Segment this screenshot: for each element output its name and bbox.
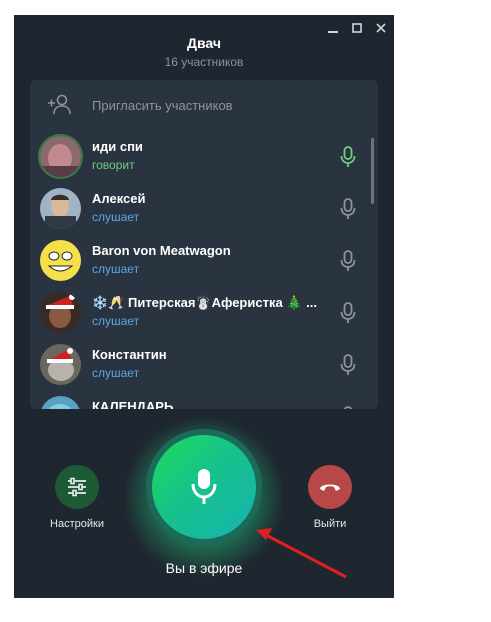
microphone-icon[interactable]: [340, 146, 356, 168]
window-controls: [326, 21, 388, 35]
microphone-icon[interactable]: [340, 198, 356, 220]
scrollbar-thumb[interactable]: [371, 138, 374, 204]
settings-label: Настройки: [50, 518, 104, 530]
avatar: [40, 396, 81, 409]
participant-name: иди спи: [92, 139, 143, 154]
microphone-icon: [191, 469, 217, 504]
participant-name: Константин: [92, 347, 167, 362]
participant-status: говорит: [92, 158, 135, 172]
avatar: [40, 136, 81, 177]
maximize-icon[interactable]: [350, 21, 364, 35]
participant-list: иди спи говорит Алексей слушает Baron vo…: [30, 132, 370, 409]
leave-label: Выйти: [313, 518, 347, 530]
leave-button[interactable]: [308, 465, 352, 509]
participant-status: слушает: [92, 366, 140, 380]
participant-row[interactable]: Алексей слушает: [30, 184, 370, 236]
participants-panel: Пригласить участников иди спи говорит Ал…: [30, 80, 378, 409]
participant-status: слушает: [92, 210, 140, 224]
avatar: [40, 240, 81, 281]
sliders-icon: [68, 477, 86, 497]
microphone-icon[interactable]: [340, 250, 356, 272]
invite-label: Пригласить участников: [92, 98, 233, 113]
participant-row[interactable]: Константин слушает: [30, 340, 370, 392]
live-status-text: Вы в эфире: [165, 560, 243, 576]
add-user-icon: [48, 94, 71, 115]
participant-status: слушает: [92, 262, 140, 276]
avatar: [40, 188, 81, 229]
close-icon[interactable]: [374, 21, 388, 35]
participant-row[interactable]: ❄️🥂 Питерская☃️Аферистка 🎄 ... слушает: [30, 288, 370, 340]
participant-name: Baron von Meatwagon: [92, 243, 231, 258]
microphone-icon[interactable]: [340, 406, 356, 409]
participant-row[interactable]: КАЛЕНДАРЬ: [30, 392, 370, 409]
avatar: [40, 292, 81, 333]
chat-title: Двач: [187, 35, 221, 51]
participant-name: ❄️🥂 Питерская☃️Аферистка 🎄 ...: [92, 295, 317, 310]
participant-count: 16 участников: [164, 55, 244, 69]
participant-name: Алексей: [92, 191, 146, 206]
settings-button[interactable]: [55, 465, 99, 509]
microphone-icon[interactable]: [340, 302, 356, 324]
participant-row[interactable]: Baron von Meatwagon слушает: [30, 236, 370, 288]
participant-name: КАЛЕНДАРЬ: [92, 399, 174, 409]
voice-chat-window: Двач 16 участников Пригласить участников…: [14, 15, 394, 598]
microphone-icon[interactable]: [340, 354, 356, 376]
minimize-icon[interactable]: [326, 21, 340, 35]
participant-status: слушает: [92, 314, 140, 328]
mute-toggle-button[interactable]: [152, 435, 256, 539]
hang-up-icon: [320, 484, 340, 491]
participant-row[interactable]: иди спи говорит: [30, 132, 370, 184]
invite-participants-button[interactable]: Пригласить участников: [30, 80, 378, 130]
avatar: [40, 344, 81, 385]
